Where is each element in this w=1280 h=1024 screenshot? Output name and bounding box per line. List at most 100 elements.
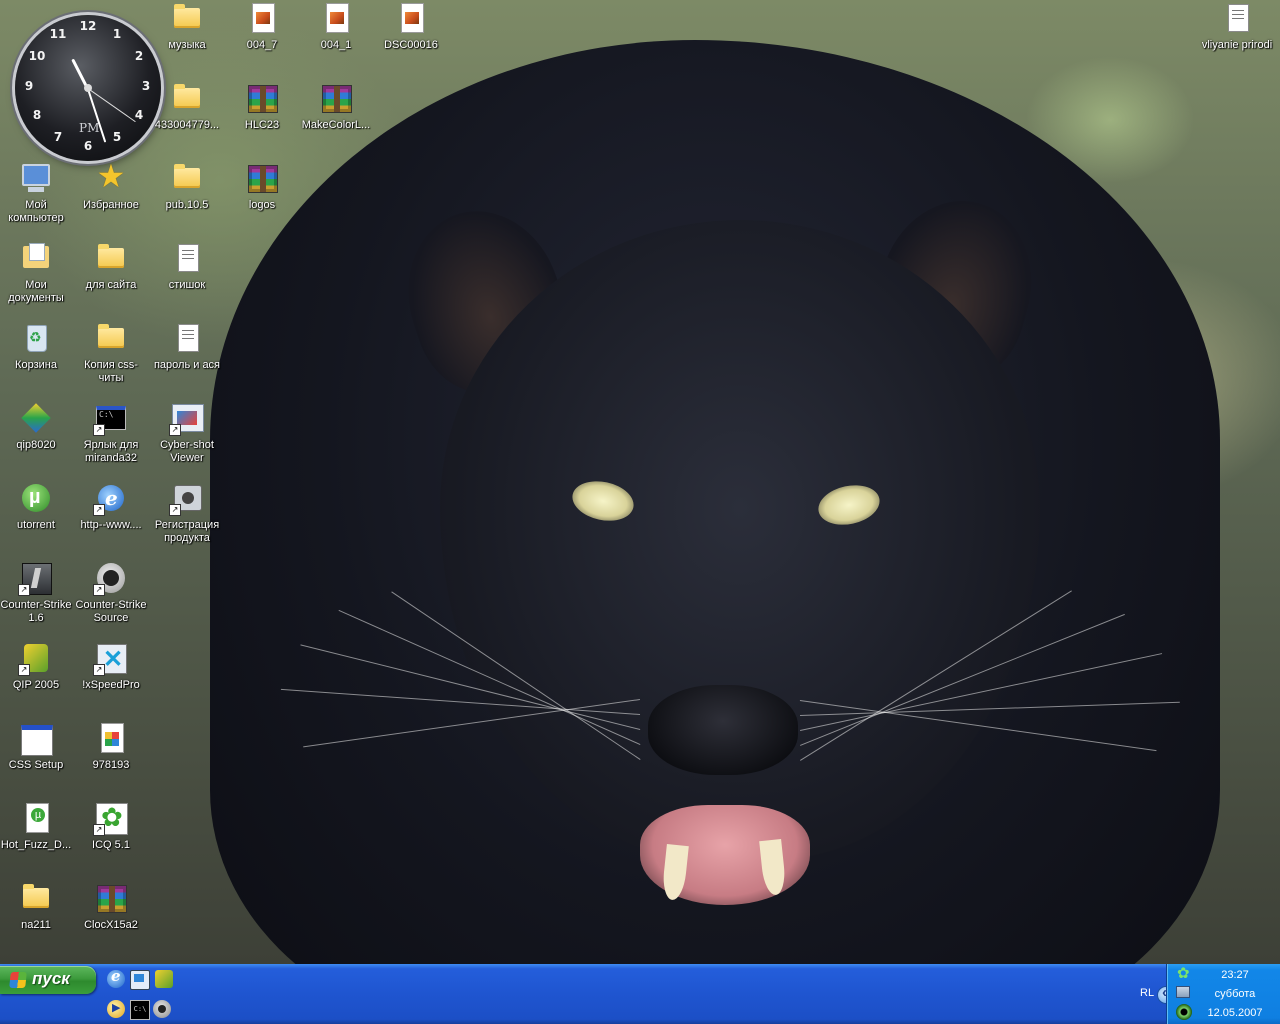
- internet-explorer-icon[interactable]: [107, 967, 125, 988]
- shortcut-arrow-icon: ↗: [18, 584, 30, 596]
- desktop-icon-favorites[interactable]: ★ Избранное: [73, 158, 149, 212]
- tray-time[interactable]: 23:27: [1190, 969, 1280, 981]
- winrar-archive-icon: [246, 162, 278, 194]
- desktop-icon-xspeedpro[interactable]: ↗ !xSpeedPro: [73, 642, 149, 692]
- desktop-icon-registration[interactable]: ↗ Регистрация продукта: [149, 482, 225, 545]
- folder-icon: [171, 2, 203, 34]
- shortcut-arrow-icon: ↗: [93, 424, 105, 436]
- icon-label: ICQ 5.1: [92, 839, 130, 851]
- tray-date[interactable]: 12.05.2007: [1190, 1007, 1280, 1019]
- shortcut-arrow-icon: ↗: [93, 504, 105, 516]
- clock-number: 11: [49, 27, 67, 41]
- desktop-icon-css-setup[interactable]: CSS Setup: [0, 722, 74, 772]
- icon-label: 004_7: [246, 39, 278, 51]
- torrent-file-icon: [20, 802, 52, 834]
- image-file-icon: [395, 2, 427, 34]
- desktop-icon-cyber-shot-viewer[interactable]: ↗ Cyber-shot Viewer: [149, 402, 225, 465]
- shortcut-arrow-icon: ↗: [93, 584, 105, 596]
- clock-number: 5: [112, 130, 122, 144]
- desktop-icon-stishok[interactable]: стишок: [149, 242, 225, 292]
- icon-label: музыка: [168, 39, 206, 51]
- icon-label: стишок: [168, 279, 206, 291]
- clock-number: 10: [28, 49, 46, 63]
- icon-label: Регистрация продукта: [154, 519, 220, 544]
- camera-registration-icon: ↗: [169, 482, 203, 516]
- desktop-icon-na211[interactable]: na211: [0, 882, 74, 932]
- show-desktop-icon[interactable]: [130, 970, 150, 990]
- desktop-icon-978193[interactable]: 978193: [73, 722, 149, 772]
- desktop-icon-my-computer[interactable]: Мой компьютер: [0, 162, 74, 225]
- folder-icon: [95, 242, 127, 274]
- desktop-icon-vliyanie-prirodi[interactable]: vliyanie prirodi: [1199, 2, 1275, 52]
- desktop-icon-dsc00016[interactable]: DSC00016: [373, 2, 449, 52]
- qip-icon[interactable]: [155, 970, 173, 988]
- utorrent-icon: [20, 482, 52, 514]
- desktop-icon-icq-51[interactable]: ↗ ICQ 5.1: [73, 802, 149, 852]
- winrar-archive-icon: [246, 82, 278, 114]
- icon-label: qip8020: [16, 439, 56, 451]
- clock-number: 2: [134, 49, 144, 63]
- icon-label: DSC00016: [384, 39, 438, 51]
- icon-label: Корзина: [15, 359, 57, 371]
- media-player-icon[interactable]: [107, 1000, 125, 1018]
- language-indicator[interactable]: RL: [1140, 987, 1154, 999]
- image-file-icon: [246, 2, 278, 34]
- icon-label: CSS Setup: [8, 759, 64, 771]
- desktop-icon-logos[interactable]: logos: [224, 162, 300, 212]
- desktop-icon-004-7[interactable]: 004_7: [224, 2, 300, 52]
- desktop-icon-qip8020[interactable]: qip8020: [0, 402, 74, 452]
- desktop-icon-hlc23[interactable]: HLC23: [224, 82, 300, 132]
- image-file-icon: [320, 2, 352, 34]
- icon-label: pub.10.5: [165, 199, 209, 211]
- desktop-icon-hot-fuzz[interactable]: Hot_Fuzz_D...: [0, 802, 74, 852]
- desktop-icon-muzyka[interactable]: музыка: [149, 2, 225, 52]
- desktop[interactable]: 12 1 2 3 4 5 6 7 8 9 10 11 PM музыка 004…: [0, 0, 1280, 964]
- taskbar: пуск C:\ RL: [0, 964, 1280, 1024]
- icon-label: Ярлык для miranda32: [83, 439, 139, 464]
- desktop-icon-dlya-saita[interactable]: для сайта: [73, 242, 149, 292]
- desktop-icon-clocx15a2[interactable]: ClocX15a2: [73, 882, 149, 932]
- qip-icon: [20, 402, 52, 434]
- counter-strike-icon: ↗: [18, 562, 52, 596]
- desktop-icon-counter-strike-source[interactable]: ↗ Counter-Strike Source: [73, 562, 149, 625]
- command-prompt-icon: C:\ ↗: [93, 402, 127, 436]
- application-window-icon: [20, 722, 53, 756]
- desktop-icon-miranda32-shortcut[interactable]: C:\ ↗ Ярлык для miranda32: [73, 402, 149, 465]
- desktop-icon-pub-10-5[interactable]: pub.10.5: [149, 162, 225, 212]
- icon-label: 978193: [92, 759, 130, 771]
- windows-logo-icon: [9, 972, 27, 988]
- shortcut-arrow-icon: ↗: [93, 664, 105, 676]
- desktop-icon-makecolorl[interactable]: MakeColorL...: [298, 82, 374, 132]
- clock-number: 7: [53, 130, 63, 144]
- folder-icon: [171, 162, 203, 194]
- desktop-icon-utorrent[interactable]: utorrent: [0, 482, 74, 532]
- desktop-icon-433004779[interactable]: 433004779...: [149, 82, 225, 132]
- desktop-icon-my-documents[interactable]: Мои документы: [0, 242, 74, 305]
- clock-second-hand: [87, 88, 136, 123]
- desktop-icon-recycle-bin[interactable]: Корзина: [0, 322, 74, 372]
- icon-label: 004_1: [320, 39, 352, 51]
- command-prompt-icon[interactable]: C:\: [130, 1000, 150, 1020]
- photo-viewer-icon: ↗: [169, 402, 204, 436]
- desktop-icon-web-link[interactable]: ↗ http--www....: [73, 482, 149, 532]
- network-tray-icon[interactable]: [1176, 986, 1190, 998]
- media-file-icon: [1221, 2, 1253, 34]
- tray-day[interactable]: суббота: [1190, 988, 1280, 1000]
- folder-icon: [20, 882, 52, 914]
- start-button-label: пуск: [32, 969, 70, 988]
- desktop-icon-004-1[interactable]: 004_1: [298, 2, 374, 52]
- winrar-archive-icon: [95, 882, 127, 914]
- clock-gadget[interactable]: 12 1 2 3 4 5 6 7 8 9 10 11 PM: [15, 15, 161, 161]
- desktop-icon-counter-strike-16[interactable]: ↗ Counter-Strike 1.6: [0, 562, 74, 625]
- icon-label: !xSpeedPro: [82, 679, 140, 691]
- counter-strike-icon[interactable]: [153, 1000, 171, 1018]
- clock-number: 8: [32, 108, 42, 122]
- start-button[interactable]: пуск: [0, 966, 96, 994]
- desktop-icon-parol-i-asya[interactable]: пароль и ася: [149, 322, 225, 372]
- icon-label: http--www....: [80, 519, 142, 531]
- text-document-icon: [171, 322, 203, 354]
- desktop-icon-kopiya-css-chity[interactable]: Копия css-читы: [73, 322, 149, 385]
- paint-image-icon: [95, 722, 127, 754]
- desktop-icon-qip-2005[interactable]: ↗ QIP 2005: [0, 642, 74, 692]
- icon-label: HLC23: [244, 119, 280, 131]
